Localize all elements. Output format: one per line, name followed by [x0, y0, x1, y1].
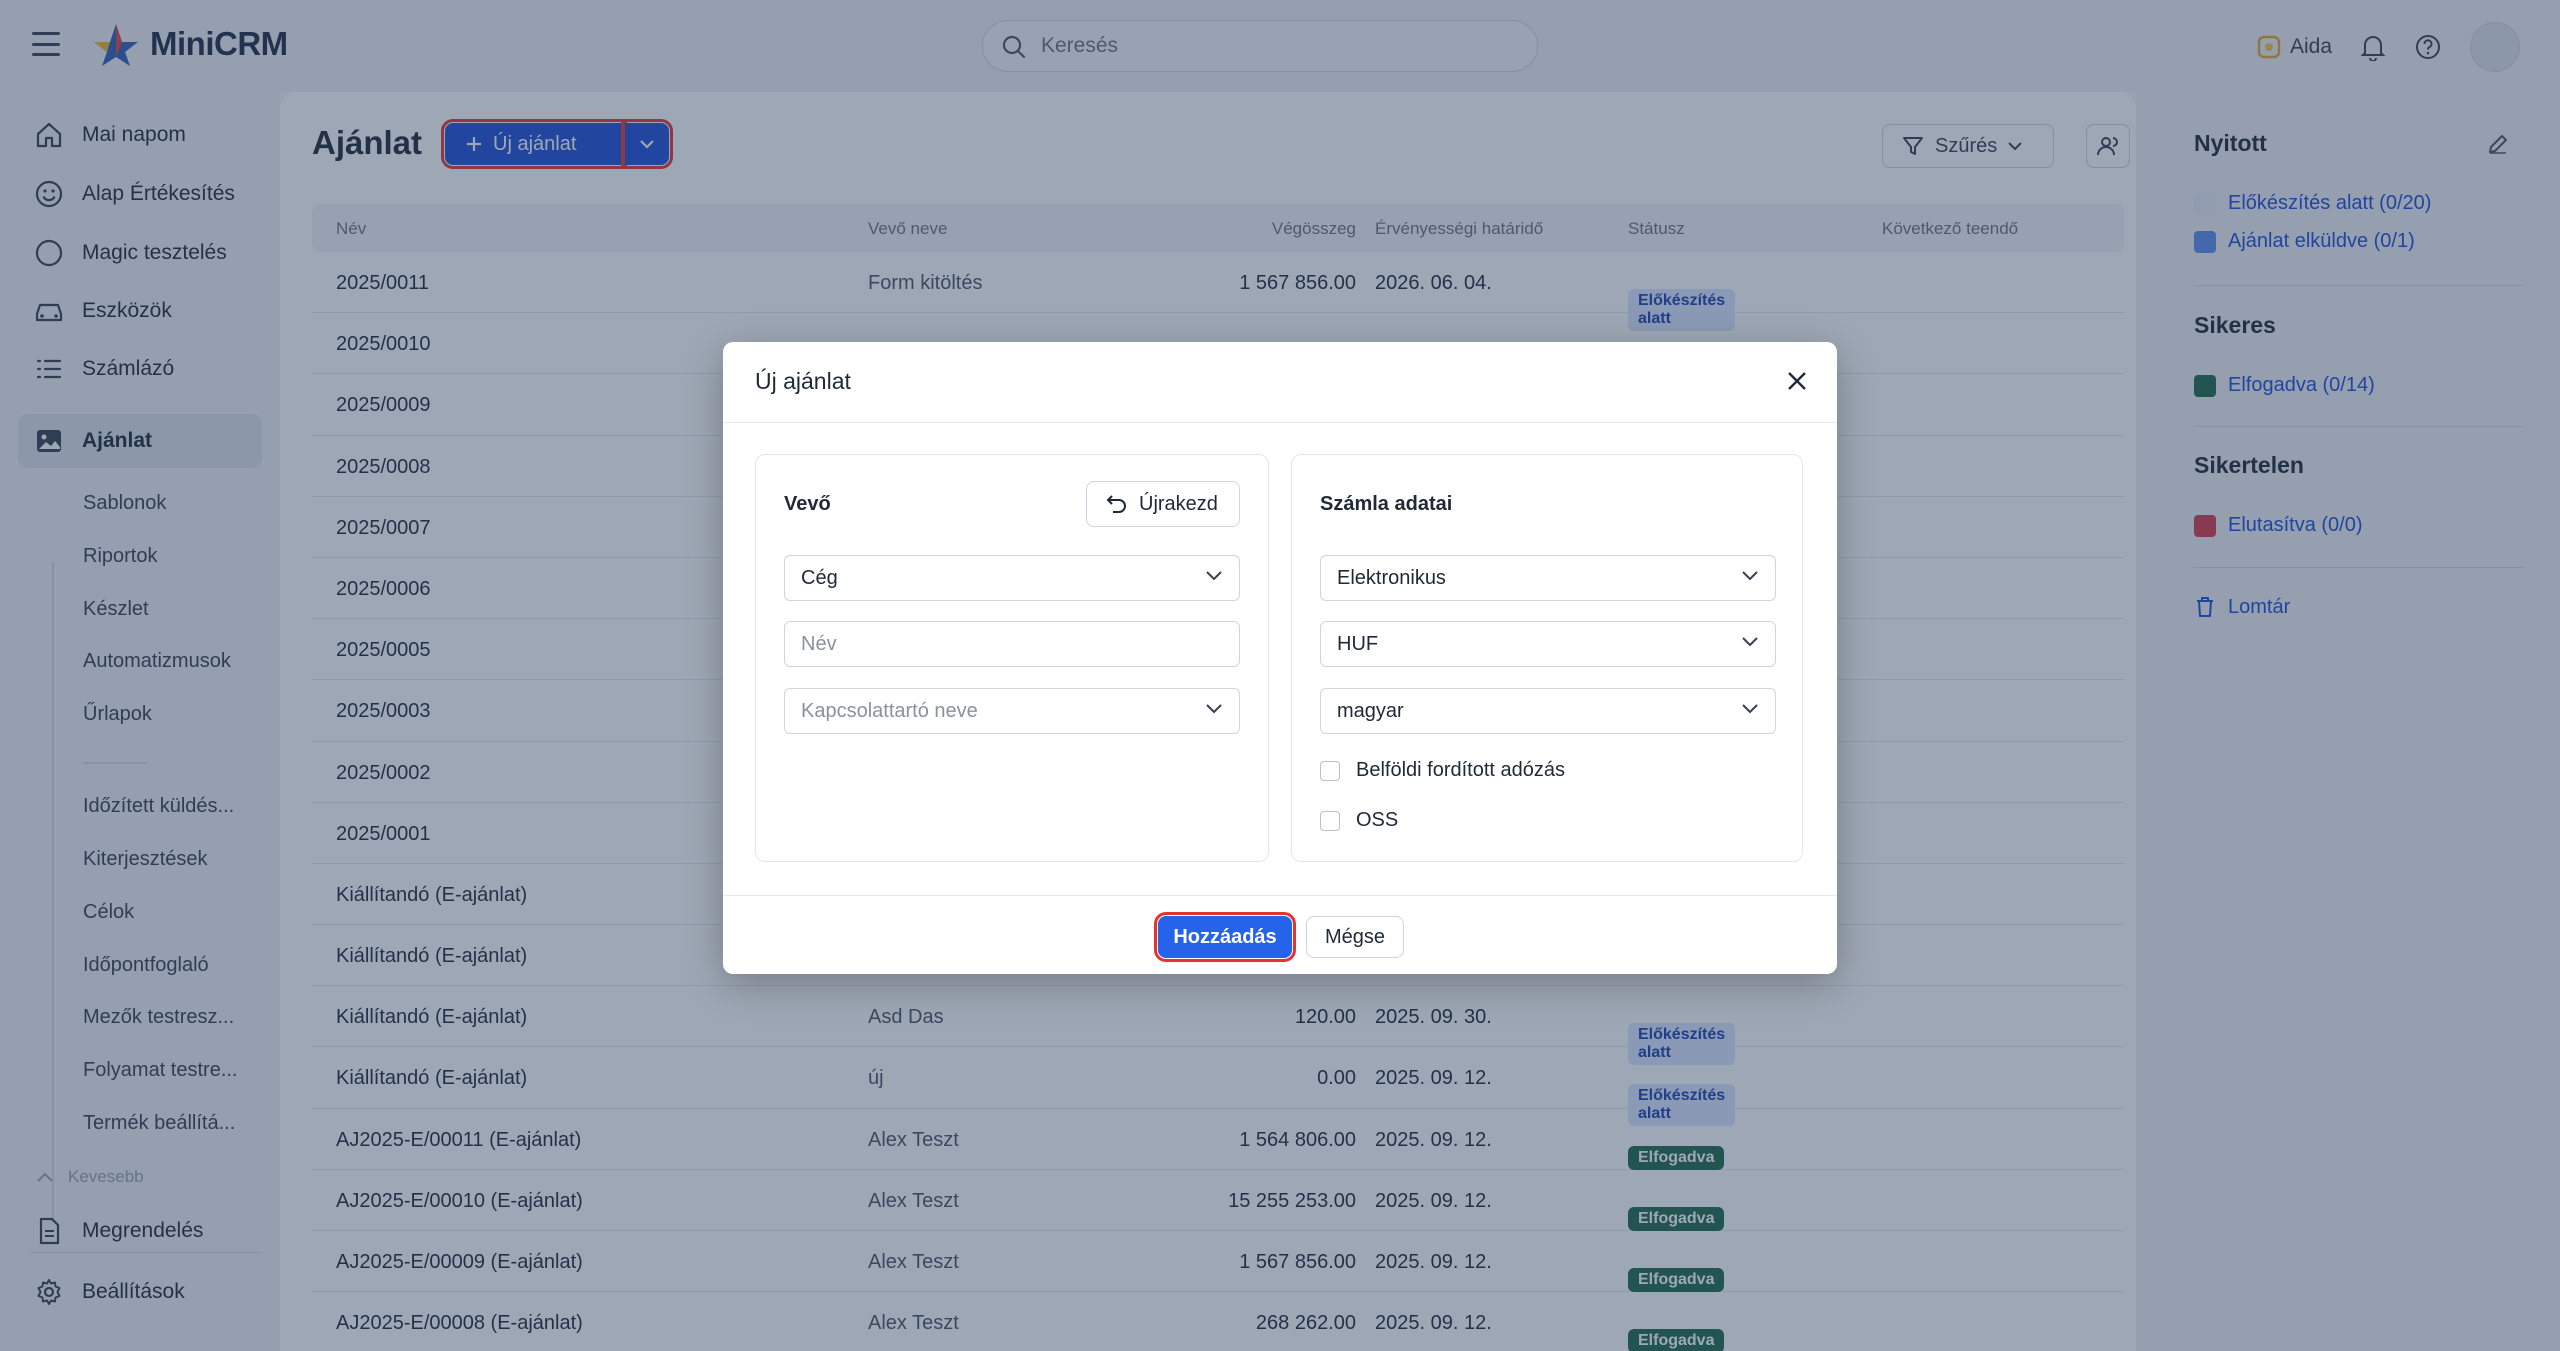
undo-icon	[1106, 495, 1126, 513]
currency-select[interactable]: HUF	[1320, 621, 1776, 667]
new-offer-dialog: Új ajánlat Vevő Újrakezd Cég Név Kapcsol…	[723, 342, 1837, 974]
dialog-divider	[723, 895, 1837, 896]
add-button[interactable]: Hozzáadás	[1154, 912, 1296, 962]
restart-button[interactable]: Újrakezd	[1086, 481, 1240, 527]
customer-name-placeholder: Név	[801, 632, 837, 655]
dialog-title: Új ajánlat	[755, 368, 851, 394]
app-root: MiniCRM Keresés Aida Mai napom Alap Érté…	[0, 0, 2560, 1351]
customer-panel: Vevő Újrakezd Cég Név Kapcsolattartó nev…	[755, 454, 1269, 862]
chevron-down-icon	[1742, 637, 1758, 647]
customer-type-select[interactable]: Cég	[784, 555, 1240, 601]
restart-label: Újrakezd	[1139, 492, 1218, 515]
invoice-format-select[interactable]: Elektronikus	[1320, 555, 1776, 601]
cancel-button[interactable]: Mégse	[1306, 916, 1404, 958]
oss-checkbox[interactable]: OSS	[1320, 809, 1398, 832]
chevron-down-icon	[1742, 704, 1758, 714]
checkbox-box[interactable]	[1320, 810, 1340, 831]
invoice-panel: Számla adatai Elektronikus HUF magyar Be…	[1291, 454, 1803, 862]
dialog-divider	[723, 422, 1837, 423]
reverse-tax-label: Belföldi fordított adózás	[1356, 759, 1566, 781]
language-select[interactable]: magyar	[1320, 688, 1776, 734]
currency-value: HUF	[1337, 632, 1379, 655]
close-icon[interactable]	[1784, 368, 1810, 394]
contact-person-select[interactable]: Kapcsolattartó neve	[784, 688, 1240, 734]
invoice-format-value: Elektronikus	[1337, 566, 1446, 589]
customer-panel-title: Vevő	[784, 493, 831, 515]
customer-name-input[interactable]: Név	[784, 621, 1240, 667]
customer-type-value: Cég	[801, 566, 838, 589]
reverse-tax-checkbox[interactable]: Belföldi fordított adózás	[1320, 759, 1565, 782]
oss-label: OSS	[1356, 809, 1399, 831]
chevron-down-icon	[1742, 571, 1758, 581]
invoice-panel-title: Számla adatai	[1320, 493, 1453, 515]
contact-person-placeholder: Kapcsolattartó neve	[801, 699, 978, 722]
chevron-down-icon	[1206, 571, 1222, 581]
language-value: magyar	[1337, 699, 1404, 722]
chevron-down-icon	[1206, 704, 1222, 714]
checkbox-box[interactable]	[1320, 760, 1340, 781]
